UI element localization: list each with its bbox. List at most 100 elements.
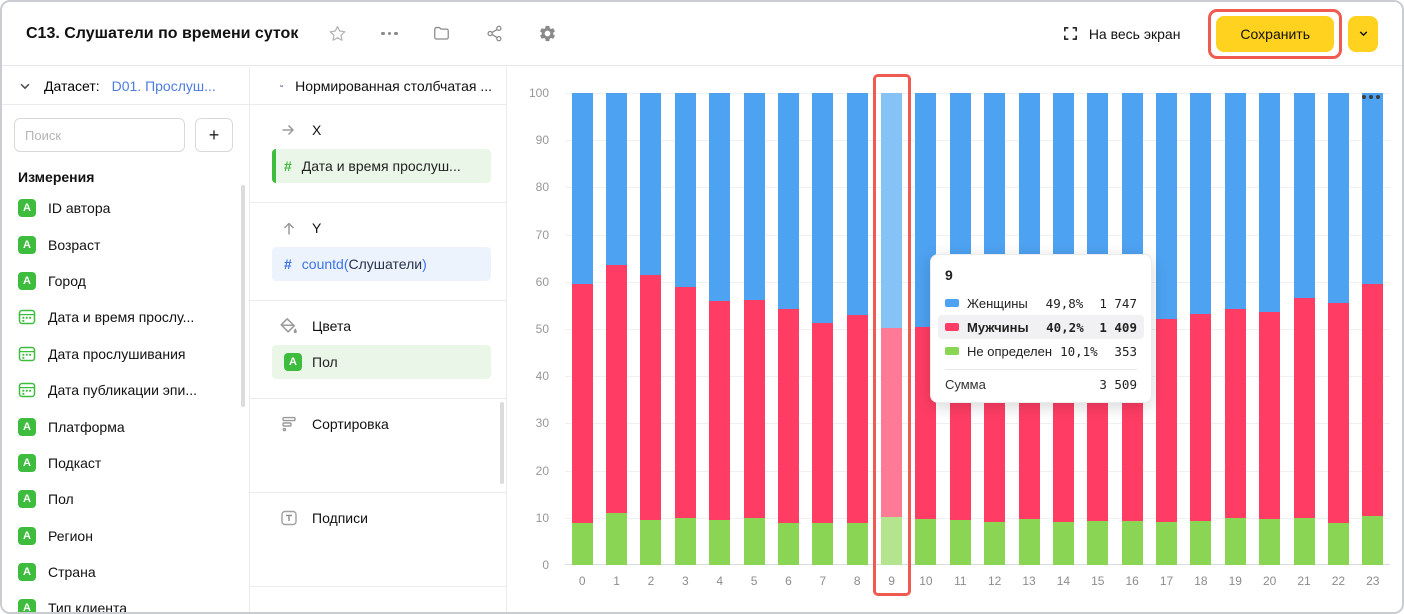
sidebar-item[interactable]: AВозраст	[2, 226, 249, 262]
bar-segment	[606, 265, 627, 513]
bar-segment	[606, 93, 627, 265]
date-field-icon	[18, 381, 36, 399]
sort-icon	[280, 415, 298, 433]
chart-menu-icon[interactable]	[1358, 91, 1384, 103]
sidebar-item[interactable]: Дата прослушивания	[2, 336, 249, 372]
bar-segment	[881, 93, 902, 328]
stacked-bar-9[interactable]	[881, 93, 902, 565]
x-field-label: Дата и время прослуш...	[302, 158, 461, 174]
bar-segment	[606, 513, 627, 565]
more-menu-icon[interactable]	[377, 28, 401, 39]
stacked-bar-17[interactable]	[1156, 93, 1177, 565]
dataset-row: Датасет: D01. Прослуш...	[2, 67, 249, 105]
folder-icon[interactable]	[428, 20, 455, 47]
text-field-icon: A	[284, 353, 302, 371]
share-icon[interactable]	[481, 20, 508, 47]
stacked-bar-22[interactable]	[1328, 93, 1349, 565]
sidebar-item[interactable]: AПол	[2, 481, 249, 517]
config-panel: Нормированная столбчатая ... X # Дата и …	[250, 67, 507, 612]
favorite-star-icon[interactable]	[324, 20, 351, 47]
chevron-down-icon[interactable]	[18, 79, 32, 93]
bar-segment	[640, 520, 661, 565]
add-field-button[interactable]: +	[195, 118, 233, 152]
sidebar-scrollbar[interactable]	[241, 185, 245, 407]
save-button[interactable]: Сохранить	[1216, 16, 1334, 52]
search-row: +	[2, 105, 249, 152]
text-field-icon: A	[18, 563, 36, 581]
series-name: Не определен	[967, 344, 1052, 359]
stacked-bar-2[interactable]	[640, 93, 661, 565]
stacked-bar-0[interactable]	[572, 93, 593, 565]
x-axis-tick-label: 3	[682, 574, 689, 588]
sidebar-item[interactable]: Дата и время прослу...	[2, 299, 249, 335]
save-dropdown-button[interactable]	[1348, 16, 1378, 52]
sidebar-item-label: Дата и время прослу...	[48, 309, 194, 325]
series-swatch	[945, 323, 959, 331]
stacked-bar-5[interactable]	[744, 93, 765, 565]
stacked-bar-8[interactable]	[847, 93, 868, 565]
hash-icon: #	[284, 158, 292, 174]
stacked-bar-19[interactable]	[1225, 93, 1246, 565]
colors-field-pill[interactable]: A Пол	[272, 345, 491, 379]
chart-type-label: Нормированная столбчатая ...	[295, 78, 492, 94]
x-axis-tick-label: 16	[1126, 574, 1139, 588]
bar-segment	[1156, 319, 1177, 521]
sidebar-item[interactable]: AПодкаст	[2, 445, 249, 481]
search-input[interactable]	[14, 118, 185, 152]
y-field-pill[interactable]: # countd(Слушатели)	[272, 247, 491, 281]
dataset-link[interactable]: D01. Прослуш...	[112, 78, 216, 94]
bar-segment	[744, 300, 765, 518]
sidebar-item-label: Дата прослушивания	[48, 346, 185, 362]
x-axis-tick-label: 0	[579, 574, 586, 588]
paint-bucket-icon	[280, 317, 298, 335]
chart-tooltip: 9 Женщины49,8%1 747Мужчины40,2%1 409Не о…	[930, 254, 1152, 403]
bar-segment	[1190, 314, 1211, 521]
stacked-bar-7[interactable]	[812, 93, 833, 565]
sidebar-item[interactable]: AГород	[2, 263, 249, 299]
fullscreen-button[interactable]: На весь экран	[1056, 24, 1187, 43]
text-field-icon: A	[18, 454, 36, 472]
section-labels: Подписи	[250, 493, 506, 587]
sidebar-item[interactable]: AПлатформа	[2, 408, 249, 444]
y-axis-tick-label: 70	[505, 228, 549, 242]
y-section-label: Y	[312, 220, 321, 236]
sidebar-item-label: Платформа	[48, 419, 125, 435]
labels-section-label: Подписи	[312, 510, 368, 526]
bar-segment	[984, 522, 1005, 565]
stacked-bar-1[interactable]	[606, 93, 627, 565]
sidebar-item[interactable]: AСтрана	[2, 554, 249, 590]
bar-segment	[881, 517, 902, 565]
sidebar-item[interactable]: Дата публикации эпи...	[2, 372, 249, 408]
bar-segment	[1259, 312, 1280, 519]
stacked-bar-23[interactable]	[1362, 93, 1383, 565]
x-axis-tick-label: 14	[1057, 574, 1070, 588]
y-axis-tick-label: 100	[505, 86, 549, 100]
config-scrollbar[interactable]	[500, 402, 504, 484]
page-title: C13. Слушатели по времени суток	[26, 25, 298, 43]
bar-segment	[1328, 93, 1349, 303]
text-label-icon	[280, 509, 298, 527]
x-axis-tick-label: 10	[919, 574, 932, 588]
sidebar-item[interactable]: AID автора	[2, 190, 249, 226]
bar-segment	[1156, 93, 1177, 319]
sidebar-item-label: Тип клиента	[48, 600, 127, 612]
stacked-bar-6[interactable]	[778, 93, 799, 565]
x-axis-tick-label: 8	[854, 574, 861, 588]
stacked-bar-20[interactable]	[1259, 93, 1280, 565]
y-field-label: countd(Слушатели)	[302, 256, 427, 272]
sidebar-item[interactable]: AТип клиента	[2, 590, 249, 612]
stacked-bar-18[interactable]	[1190, 93, 1211, 565]
x-axis-tick-label: 15	[1091, 574, 1104, 588]
sidebar-item[interactable]: AРегион	[2, 518, 249, 554]
section-sort: Сортировка	[250, 399, 506, 493]
x-field-pill[interactable]: # Дата и время прослуш...	[272, 149, 491, 183]
stacked-bar-21[interactable]	[1294, 93, 1315, 565]
stacked-bar-4[interactable]	[709, 93, 730, 565]
chart-type-selector[interactable]: Нормированная столбчатая ...	[250, 67, 506, 105]
gear-icon[interactable]	[534, 20, 561, 47]
stacked-bar-3[interactable]	[675, 93, 696, 565]
bar-segment	[1225, 309, 1246, 519]
bar-segment	[709, 301, 730, 520]
y-axis-tick-label: 50	[505, 322, 549, 336]
bar-segment	[1294, 298, 1315, 518]
